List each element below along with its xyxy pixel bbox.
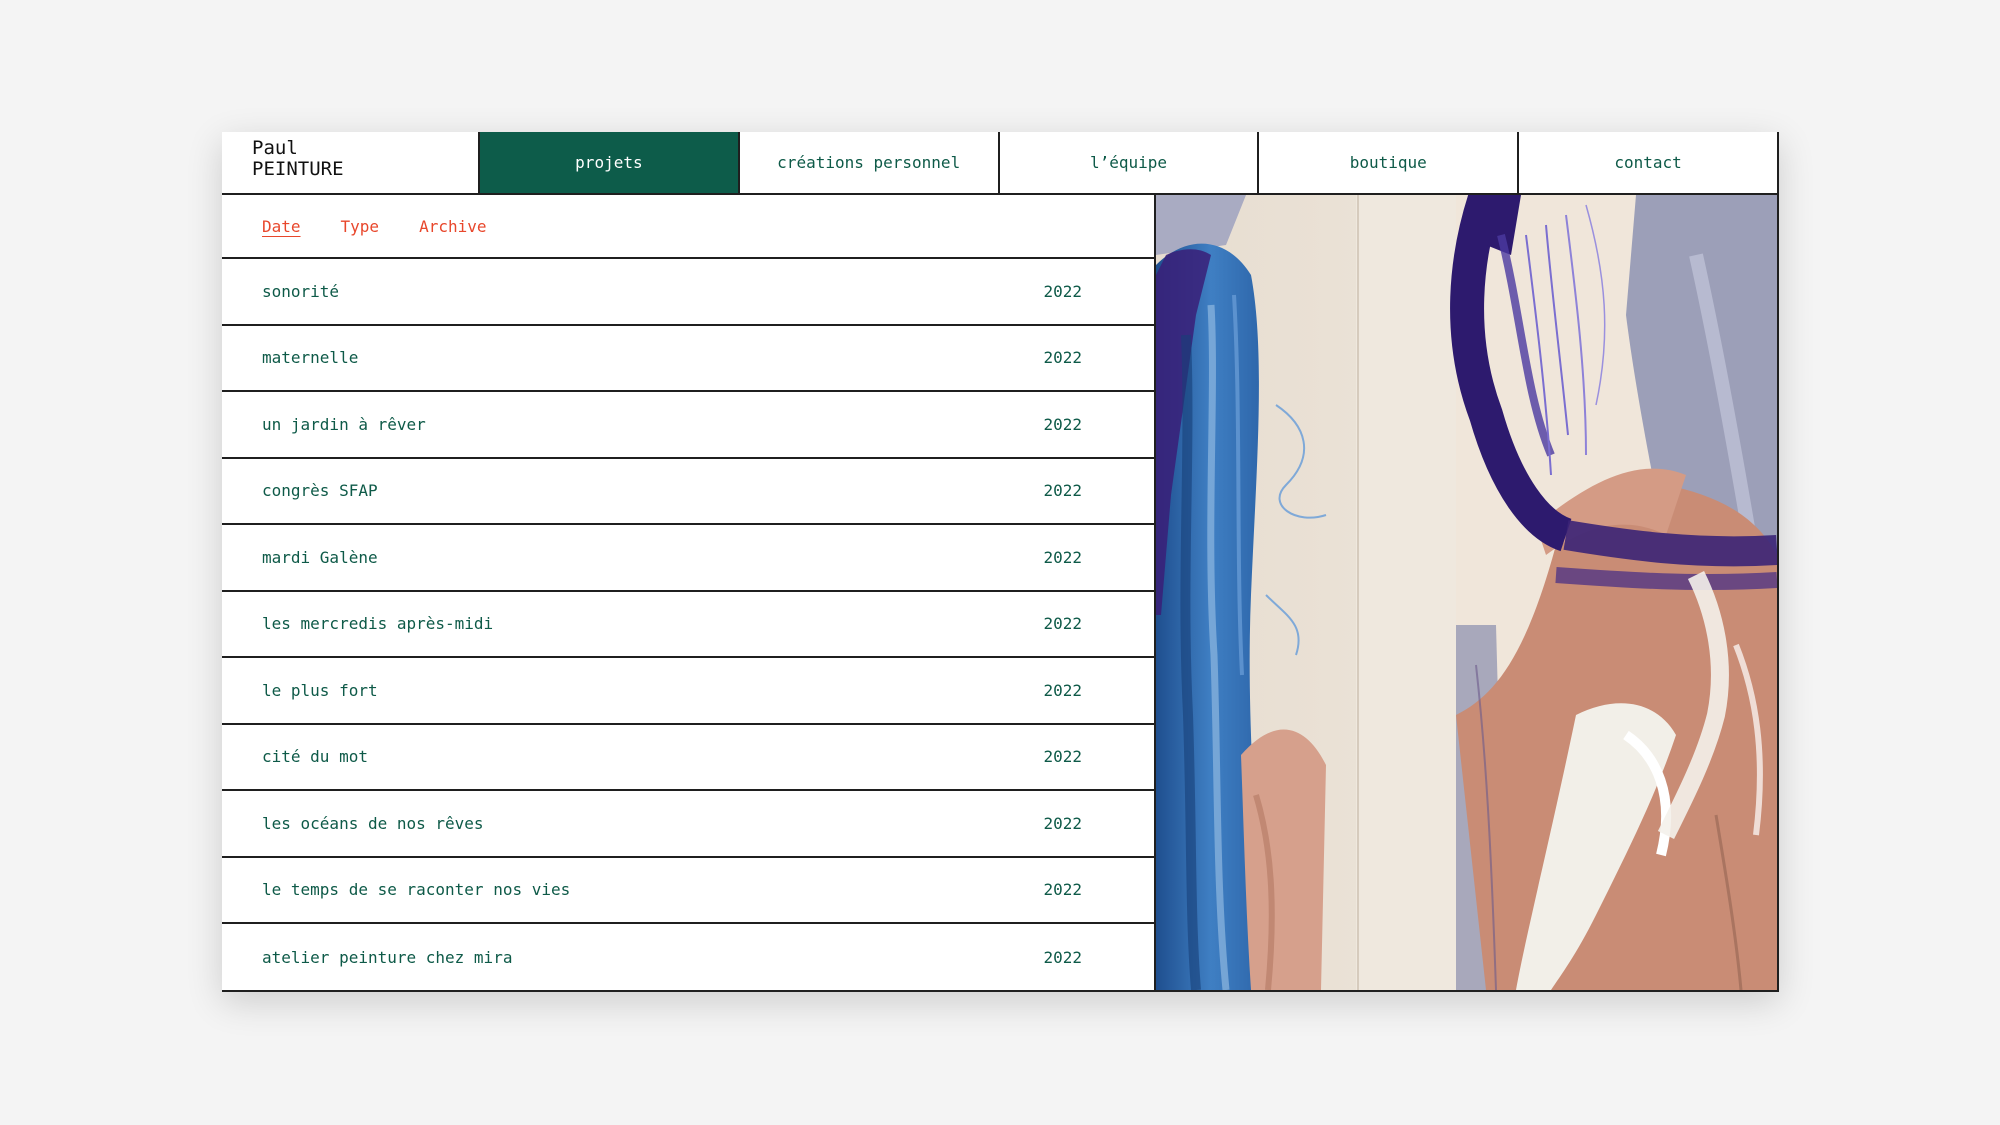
project-row[interactable]: maternelle 2022: [222, 326, 1154, 392]
project-year: 2022: [1043, 281, 1082, 301]
project-year: 2022: [1043, 947, 1082, 967]
project-title: un jardin à rêver: [262, 414, 426, 434]
nav-item-boutique[interactable]: boutique: [1259, 132, 1520, 193]
nav-item-contact[interactable]: contact: [1519, 132, 1777, 193]
project-list-panel: Date Type Archive sonorité 2022 maternel…: [222, 195, 1156, 990]
project-title: cité du mot: [262, 747, 368, 767]
project-title: le temps de se raconter nos vies: [262, 880, 571, 900]
project-row[interactable]: mardi Galène 2022: [222, 525, 1154, 592]
project-year: 2022: [1043, 348, 1082, 368]
filter-bar: Date Type Archive: [222, 195, 1154, 259]
project-year: 2022: [1043, 414, 1082, 434]
logo-line-1: Paul: [252, 137, 298, 159]
project-title: sonorité: [262, 281, 340, 301]
project-row[interactable]: les mercredis après-midi 2022: [222, 592, 1154, 658]
project-year: 2022: [1043, 813, 1082, 833]
project-year: 2022: [1043, 614, 1082, 634]
project-row[interactable]: le temps de se raconter nos vies 2022: [222, 858, 1154, 924]
project-row[interactable]: cité du mot 2022: [222, 725, 1154, 791]
project-row[interactable]: atelier peinture chez mira 2022: [222, 924, 1154, 991]
nav-item-equipe[interactable]: l’équipe: [1000, 132, 1260, 193]
project-row[interactable]: congrès SFAP 2022: [222, 459, 1154, 525]
project-row[interactable]: un jardin à rêver 2022: [222, 392, 1154, 459]
project-title: les mercredis après-midi: [262, 614, 494, 634]
filter-date[interactable]: Date: [262, 217, 301, 236]
project-title: congrès SFAP: [262, 481, 378, 501]
abstract-painting: [1156, 195, 1777, 990]
nav-item-creations-personnel[interactable]: créations personnel: [740, 132, 1000, 193]
project-title: mardi Galène: [262, 547, 378, 567]
filter-type[interactable]: Type: [341, 217, 380, 236]
project-title: maternelle: [262, 348, 359, 368]
nav-item-projets[interactable]: projets: [480, 132, 740, 193]
artwork-image: [1156, 195, 1777, 990]
project-year: 2022: [1043, 680, 1082, 700]
project-title: atelier peinture chez mira: [262, 947, 513, 967]
project-year: 2022: [1043, 547, 1082, 567]
filter-archive[interactable]: Archive: [419, 217, 486, 236]
project-title: les océans de nos rêves: [262, 813, 484, 833]
logo[interactable]: Paul PEINTURE: [222, 132, 480, 193]
project-row[interactable]: le plus fort 2022: [222, 658, 1154, 725]
project-year: 2022: [1043, 747, 1082, 767]
logo-line-2: PEINTURE: [252, 158, 344, 180]
project-row[interactable]: les océans de nos rêves 2022: [222, 791, 1154, 858]
project-year: 2022: [1043, 880, 1082, 900]
website-frame: Paul PEINTURE projets créations personne…: [222, 132, 1779, 992]
project-title: le plus fort: [262, 680, 378, 700]
project-year: 2022: [1043, 481, 1082, 501]
site-header: Paul PEINTURE projets créations personne…: [222, 132, 1777, 195]
project-row[interactable]: sonorité 2022: [222, 259, 1154, 326]
